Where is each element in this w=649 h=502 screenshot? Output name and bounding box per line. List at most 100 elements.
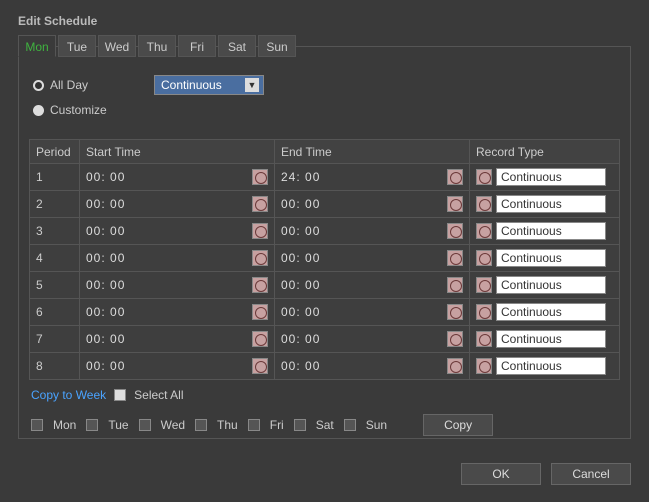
clock-icon[interactable] bbox=[252, 169, 268, 185]
copy-sun-checkbox[interactable] bbox=[344, 419, 356, 431]
record-type-input[interactable] bbox=[496, 330, 606, 348]
record-type-select[interactable]: Continuous ▼ bbox=[154, 75, 264, 95]
record-type-input[interactable] bbox=[496, 357, 606, 375]
record-type-cell bbox=[470, 218, 620, 245]
end-time-value: 00: 00 bbox=[281, 359, 320, 373]
clock-icon[interactable] bbox=[476, 358, 492, 374]
cancel-button[interactable]: Cancel bbox=[551, 463, 631, 485]
tab-wed[interactable]: Wed bbox=[98, 35, 136, 57]
clock-icon[interactable] bbox=[252, 223, 268, 239]
clock-icon[interactable] bbox=[476, 223, 492, 239]
periods-table: Period Start Time End Time Record Type 1… bbox=[29, 139, 620, 380]
period-cell: 8 bbox=[30, 353, 80, 380]
copy-wed-checkbox[interactable] bbox=[139, 419, 151, 431]
clock-icon[interactable] bbox=[252, 250, 268, 266]
end-time-value: 00: 00 bbox=[281, 224, 320, 238]
copy-tue-label: Tue bbox=[108, 418, 128, 432]
clock-icon[interactable] bbox=[476, 169, 492, 185]
start-time-cell: 00: 00 bbox=[80, 218, 275, 245]
record-type-cell bbox=[470, 272, 620, 299]
clock-icon[interactable] bbox=[252, 331, 268, 347]
record-type-cell bbox=[470, 299, 620, 326]
select-all-checkbox[interactable] bbox=[114, 389, 126, 401]
tab-tue[interactable]: Tue bbox=[58, 35, 96, 57]
record-type-input[interactable] bbox=[496, 276, 606, 294]
end-time-value: 00: 00 bbox=[281, 251, 320, 265]
clock-icon[interactable] bbox=[476, 277, 492, 293]
clock-icon[interactable] bbox=[447, 304, 463, 320]
end-time-value: 00: 00 bbox=[281, 305, 320, 319]
clock-icon[interactable] bbox=[252, 358, 268, 374]
record-type-input[interactable] bbox=[496, 168, 606, 186]
end-time-cell: 00: 00 bbox=[275, 245, 470, 272]
clock-icon[interactable] bbox=[447, 169, 463, 185]
day-tabs: Mon Tue Wed Thu Fri Sat Sun bbox=[18, 35, 296, 57]
start-time-value: 00: 00 bbox=[86, 251, 125, 265]
clock-icon[interactable] bbox=[476, 250, 492, 266]
dropdown-arrow-icon: ▼ bbox=[245, 78, 259, 92]
record-type-input[interactable] bbox=[496, 195, 606, 213]
record-type-input[interactable] bbox=[496, 249, 606, 267]
table-row: 700: 0000: 00 bbox=[30, 326, 620, 353]
copy-sat-checkbox[interactable] bbox=[294, 419, 306, 431]
period-cell: 3 bbox=[30, 218, 80, 245]
record-type-input[interactable] bbox=[496, 222, 606, 240]
end-time-value: 00: 00 bbox=[281, 197, 320, 211]
start-time-value: 00: 00 bbox=[86, 332, 125, 346]
table-row: 800: 0000: 00 bbox=[30, 353, 620, 380]
tab-sun[interactable]: Sun bbox=[258, 35, 296, 57]
copy-sun-label: Sun bbox=[366, 418, 387, 432]
start-time-cell: 00: 00 bbox=[80, 245, 275, 272]
tab-sat[interactable]: Sat bbox=[218, 35, 256, 57]
end-time-cell: 00: 00 bbox=[275, 326, 470, 353]
schedule-panel: Mon Tue Wed Thu Fri Sat Sun All Day Cont… bbox=[18, 46, 631, 439]
copy-tue-checkbox[interactable] bbox=[86, 419, 98, 431]
record-type-input[interactable] bbox=[496, 303, 606, 321]
copy-mon-label: Mon bbox=[53, 418, 76, 432]
period-cell: 5 bbox=[30, 272, 80, 299]
copy-mon-checkbox[interactable] bbox=[31, 419, 43, 431]
table-row: 600: 0000: 00 bbox=[30, 299, 620, 326]
ok-button[interactable]: OK bbox=[461, 463, 541, 485]
tab-fri[interactable]: Fri bbox=[178, 35, 216, 57]
start-time-cell: 00: 00 bbox=[80, 326, 275, 353]
header-type: Record Type bbox=[470, 140, 620, 164]
clock-icon[interactable] bbox=[476, 331, 492, 347]
start-time-cell: 00: 00 bbox=[80, 299, 275, 326]
clock-icon[interactable] bbox=[252, 196, 268, 212]
edit-schedule-dialog: Edit Schedule Mon Tue Wed Thu Fri Sat Su… bbox=[0, 0, 649, 499]
clock-icon[interactable] bbox=[476, 304, 492, 320]
copy-to-week-link[interactable]: Copy to Week bbox=[31, 388, 106, 402]
period-cell: 1 bbox=[30, 164, 80, 191]
mode-block: All Day Continuous ▼ Customize bbox=[29, 57, 620, 135]
tab-thu[interactable]: Thu bbox=[138, 35, 176, 57]
clock-icon[interactable] bbox=[252, 304, 268, 320]
table-row: 100: 0024: 00 bbox=[30, 164, 620, 191]
copy-thu-label: Thu bbox=[217, 418, 238, 432]
end-time-cell: 00: 00 bbox=[275, 299, 470, 326]
copy-thu-checkbox[interactable] bbox=[195, 419, 207, 431]
copy-button[interactable]: Copy bbox=[423, 414, 493, 436]
end-time-value: 00: 00 bbox=[281, 278, 320, 292]
start-time-cell: 00: 00 bbox=[80, 191, 275, 218]
start-time-value: 00: 00 bbox=[86, 197, 125, 211]
all-day-radio[interactable] bbox=[33, 80, 44, 91]
select-all-label: Select All bbox=[134, 388, 183, 402]
clock-icon[interactable] bbox=[447, 250, 463, 266]
clock-icon[interactable] bbox=[476, 196, 492, 212]
clock-icon[interactable] bbox=[447, 277, 463, 293]
clock-icon[interactable] bbox=[447, 331, 463, 347]
copy-fri-checkbox[interactable] bbox=[248, 419, 260, 431]
end-time-cell: 24: 00 bbox=[275, 164, 470, 191]
table-row: 400: 0000: 00 bbox=[30, 245, 620, 272]
clock-icon[interactable] bbox=[447, 358, 463, 374]
clock-icon[interactable] bbox=[447, 223, 463, 239]
customize-label: Customize bbox=[50, 103, 107, 117]
end-time-cell: 00: 00 bbox=[275, 191, 470, 218]
customize-radio[interactable] bbox=[33, 105, 44, 116]
tab-mon[interactable]: Mon bbox=[18, 35, 56, 57]
header-end: End Time bbox=[275, 140, 470, 164]
copy-sat-label: Sat bbox=[316, 418, 334, 432]
clock-icon[interactable] bbox=[252, 277, 268, 293]
clock-icon[interactable] bbox=[447, 196, 463, 212]
